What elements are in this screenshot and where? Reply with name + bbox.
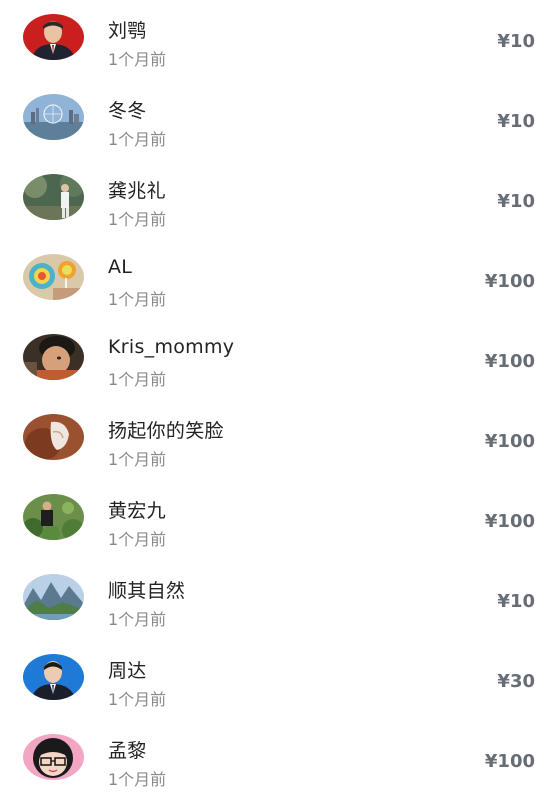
list-item[interactable]: AL 1个月前 ¥100 xyxy=(0,244,553,324)
donor-name: 龚兆礼 xyxy=(108,180,166,202)
donation-time: 1个月前 xyxy=(108,290,167,309)
donation-time: 1个月前 xyxy=(108,450,167,469)
list-item[interactable]: 孟黎 1个月前 ¥100 xyxy=(0,724,553,804)
donor-name: 黄宏九 xyxy=(108,500,166,522)
donation-amount: ¥100 xyxy=(484,751,535,772)
donor-name: 冬冬 xyxy=(108,100,147,122)
donation-time: 1个月前 xyxy=(108,210,167,229)
donor-name: 顺其自然 xyxy=(108,580,186,602)
list-item[interactable]: 龚兆礼 1个月前 ¥10 xyxy=(0,164,553,244)
donation-time: 1个月前 xyxy=(108,130,167,149)
avatar[interactable] xyxy=(23,734,84,780)
avatar[interactable] xyxy=(23,494,84,540)
donation-amount: ¥100 xyxy=(484,351,535,372)
list-item[interactable]: 刘鹗 1个月前 ¥10 xyxy=(0,4,553,84)
donation-amount: ¥10 xyxy=(497,591,535,612)
donor-name: Kris_mommy xyxy=(108,336,235,358)
list-item[interactable]: 顺其自然 1个月前 ¥10 xyxy=(0,564,553,644)
donation-time: 1个月前 xyxy=(108,370,167,389)
donation-amount: ¥100 xyxy=(484,511,535,532)
donation-amount: ¥10 xyxy=(497,191,535,212)
donation-time: 1个月前 xyxy=(108,770,167,789)
avatar[interactable] xyxy=(23,654,84,700)
donation-amount: ¥30 xyxy=(497,671,535,692)
avatar[interactable] xyxy=(23,14,84,60)
donation-amount: ¥100 xyxy=(484,271,535,292)
avatar[interactable] xyxy=(23,174,84,220)
avatar[interactable] xyxy=(23,94,84,140)
donor-name: AL xyxy=(108,256,133,278)
donation-time: 1个月前 xyxy=(108,610,167,629)
avatar[interactable] xyxy=(23,574,84,620)
donation-amount: ¥100 xyxy=(484,431,535,452)
list-item[interactable]: 黄宏九 1个月前 ¥100 xyxy=(0,484,553,564)
avatar[interactable] xyxy=(23,334,84,380)
avatar[interactable] xyxy=(23,254,84,300)
list-item[interactable]: 扬起你的笑脸 1个月前 ¥100 xyxy=(0,404,553,484)
donation-time: 1个月前 xyxy=(108,530,167,549)
list-item[interactable]: 周达 1个月前 ¥30 xyxy=(0,644,553,724)
avatar[interactable] xyxy=(23,414,84,460)
donor-name: 孟黎 xyxy=(108,740,147,762)
donation-amount: ¥10 xyxy=(497,111,535,132)
donor-name: 周达 xyxy=(108,660,147,682)
donation-list: 刘鹗 1个月前 ¥10 冬冬 1个月前 ¥10 龚兆礼 1个月前 ¥10 AL … xyxy=(0,0,553,799)
list-item[interactable]: 冬冬 1个月前 ¥10 xyxy=(0,84,553,164)
donation-amount: ¥10 xyxy=(497,31,535,52)
donation-time: 1个月前 xyxy=(108,690,167,709)
donation-time: 1个月前 xyxy=(108,50,167,69)
donor-name: 扬起你的笑脸 xyxy=(108,420,224,442)
list-item[interactable]: Kris_mommy 1个月前 ¥100 xyxy=(0,324,553,404)
donor-name: 刘鹗 xyxy=(108,20,147,42)
